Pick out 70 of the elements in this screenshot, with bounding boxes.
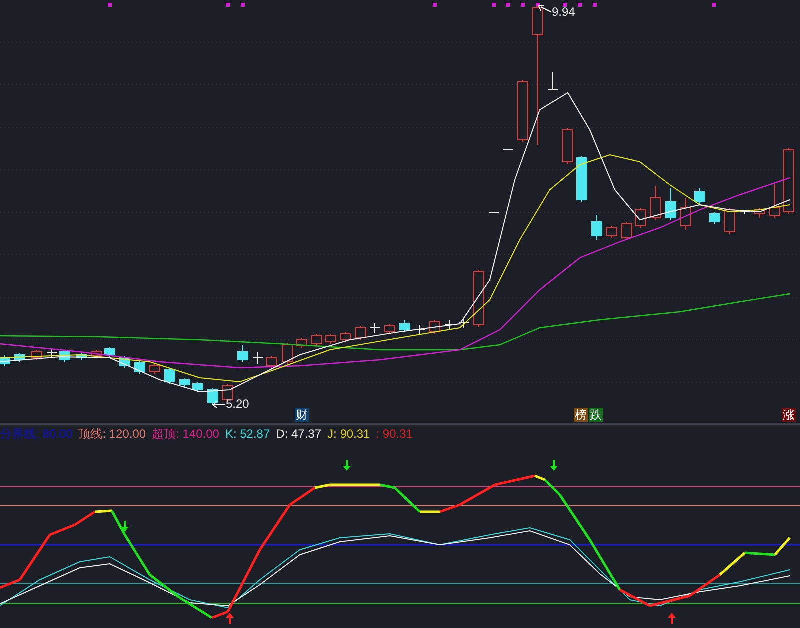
candlestick: [0, 354, 10, 366]
candlestick: [562, 128, 574, 164]
candlestick: [252, 352, 264, 364]
candlestick: [488, 212, 500, 214]
candlestick: [180, 378, 190, 388]
candlestick: [192, 382, 204, 392]
candlestick: [444, 320, 456, 330]
candlestick: [164, 368, 176, 384]
candlestick: [14, 352, 26, 362]
event-tag: 跌: [589, 408, 603, 422]
candlestick: [740, 210, 750, 214]
pointer-arrow: [212, 402, 226, 408]
indicator-legend: D: 47.37: [276, 424, 322, 442]
candlestick: [120, 356, 130, 368]
candlestick: [680, 198, 692, 230]
event-tag: 财: [295, 408, 309, 422]
candlestick: [430, 320, 440, 334]
candlestick: [340, 332, 352, 342]
candlestick: [666, 188, 676, 220]
candlestick: [400, 320, 410, 332]
candlestick: [650, 186, 662, 220]
price-label: 5.20: [226, 397, 250, 411]
price-label: 9.94: [552, 5, 576, 19]
indicator-legend: 顶线: 120.00: [78, 424, 146, 442]
candlestick: [238, 344, 248, 362]
indicator-legend: 分界线: 80.00: [0, 424, 73, 442]
candlestick: [296, 338, 308, 348]
candlestick: [710, 212, 720, 224]
indicator-legend: : 90.31: [376, 424, 413, 442]
candlestick: [266, 356, 278, 368]
event-tag: 涨: [782, 408, 796, 422]
candlestick: [414, 324, 426, 336]
candlestick: [32, 350, 42, 360]
candlestick: [312, 334, 322, 346]
candlestick: [326, 334, 336, 344]
indicator-legend: 超顶: 140.00: [152, 424, 220, 442]
candlestick: [770, 184, 780, 218]
candlestick: [784, 148, 794, 214]
candlestick: [134, 360, 146, 374]
candlestick: [636, 208, 646, 228]
candlestick: [458, 318, 470, 328]
down-arrow-icon: [550, 460, 558, 471]
candlestick: [694, 188, 706, 204]
candlestick: [622, 222, 632, 240]
pointer-arrow: [538, 6, 552, 12]
candlestick: [754, 208, 766, 218]
candlestick: [356, 326, 366, 340]
candlestick: [104, 346, 116, 358]
indicator-legend: J: 90.31: [328, 424, 370, 442]
candlestick: [384, 324, 396, 334]
candlestick: [370, 322, 380, 334]
candlestick: [76, 352, 88, 360]
candlestick: [92, 350, 102, 358]
candlestick: [548, 72, 558, 90]
candlestick: [606, 226, 618, 238]
candlestick: [474, 270, 484, 328]
candlestick: [518, 80, 528, 142]
down-arrow-icon: [121, 521, 129, 532]
candlestick: [46, 348, 58, 358]
candlestick: [592, 214, 602, 240]
candlestick: [576, 156, 588, 202]
up-arrow-icon: [668, 613, 676, 624]
indicator-legend: K: 52.87: [225, 424, 270, 442]
candlestick: [282, 342, 294, 364]
candlestick: [150, 364, 160, 374]
event-tag: 榜: [574, 408, 588, 422]
candlestick: [724, 208, 736, 234]
down-arrow-icon: [343, 460, 351, 471]
up-arrow-icon: [226, 613, 234, 624]
candlestick: [208, 388, 218, 406]
